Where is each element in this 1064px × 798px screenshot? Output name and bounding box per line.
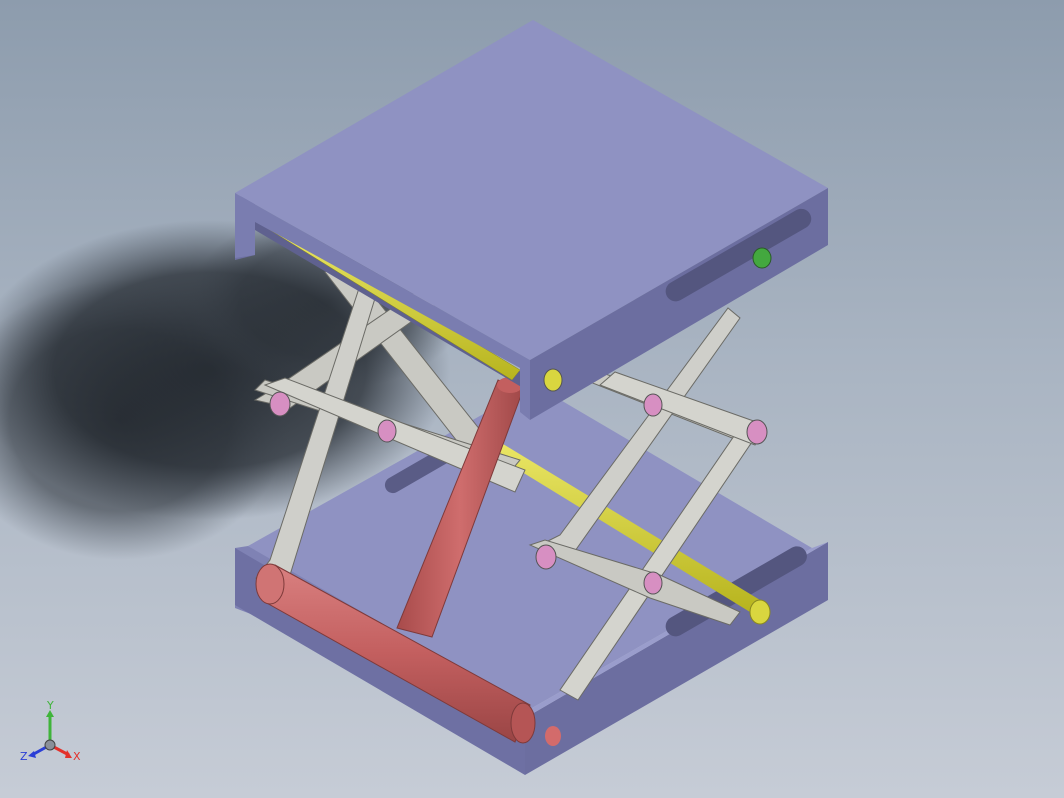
triad-y-axis: Y	[46, 699, 54, 745]
triad-x-label: X	[73, 750, 81, 763]
orientation-triad[interactable]: Y X Z	[14, 699, 94, 780]
triad-z-label: Z	[20, 750, 28, 763]
pin-right-upper	[643, 393, 663, 417]
top-pin-green	[752, 247, 772, 269]
cad-viewport[interactable]: Y X Z	[0, 0, 1064, 798]
pin-left-center	[377, 419, 397, 443]
pin-right-center	[643, 571, 663, 595]
pin-left-upper	[269, 391, 291, 417]
pin-right-end	[746, 419, 768, 445]
base-pin-hole	[545, 726, 561, 746]
scissor-lift-model[interactable]	[0, 0, 1064, 798]
triad-y-label: Y	[46, 700, 54, 712]
pin-right-lower	[535, 544, 557, 570]
top-pin-yellow	[543, 368, 563, 392]
triad-origin	[44, 739, 56, 751]
